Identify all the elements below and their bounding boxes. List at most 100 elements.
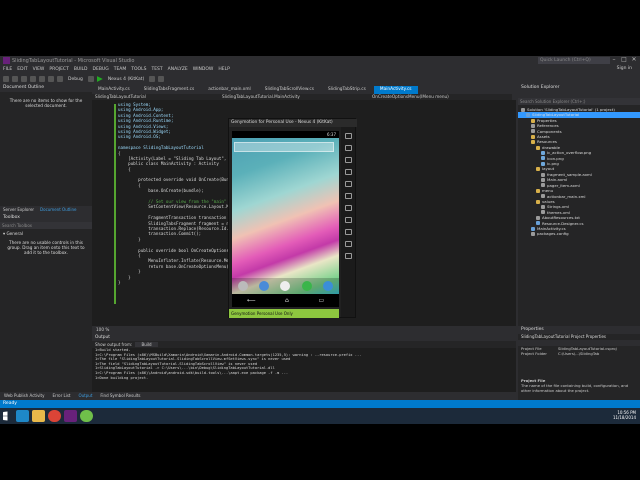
solution-tree-item[interactable]: packages.config — [518, 231, 640, 236]
minimize-icon[interactable]: – — [610, 56, 618, 64]
forward-icon[interactable] — [12, 76, 18, 82]
tab-slidingtabstrip[interactable]: SlidingTabStrip.cs — [322, 86, 372, 94]
tab-mainactivity-active[interactable]: MainActivity.cs — [373, 86, 418, 94]
android-clock: 6:37 — [327, 132, 336, 137]
apps-drawer-icon[interactable] — [280, 281, 291, 291]
tab-find-symbol-results[interactable]: Find Symbol Results — [96, 392, 144, 400]
property-value[interactable]: C:\Users\...\SlidingTab — [558, 351, 599, 356]
toolbox-group-general[interactable]: ▾ General — [3, 231, 89, 237]
property-name: Project Folder — [521, 351, 547, 356]
home-nav-icon[interactable]: ⌂ — [285, 297, 289, 304]
browser-app-icon[interactable] — [323, 281, 334, 291]
tree-item-icon — [526, 113, 530, 118]
property-description: The name of the file containing build, c… — [521, 383, 629, 393]
recents-nav-icon[interactable]: ▭ — [318, 297, 324, 304]
menu-team[interactable]: TEAM — [114, 67, 127, 72]
tree-item-icon — [531, 118, 535, 123]
tab-error-list[interactable]: Error List — [48, 392, 74, 400]
code-line: MenuInflater.Inflate(Resource.Men — [118, 258, 232, 264]
volume-down-icon[interactable] — [344, 169, 352, 175]
search-icon[interactable] — [344, 253, 352, 259]
back-nav-icon[interactable]: ⟵ — [247, 297, 256, 304]
tree-item-icon — [531, 140, 535, 145]
toolbox-search-input[interactable]: Search Toolbox — [0, 222, 92, 229]
save-icon[interactable] — [39, 76, 45, 82]
back-button-icon[interactable] — [344, 205, 352, 211]
home-button-icon[interactable] — [344, 229, 352, 235]
settings-app-icon[interactable] — [237, 281, 248, 291]
menu-button-icon[interactable] — [344, 217, 352, 223]
toolbar-icon[interactable] — [158, 76, 165, 82]
device-dropdown[interactable]: Nexus 4 (KitKat) — [106, 77, 147, 82]
file-explorer-icon[interactable] — [32, 410, 45, 422]
google-search-bar[interactable] — [234, 142, 334, 152]
tab-server-explorer[interactable]: Server Explorer — [0, 206, 37, 214]
new-project-icon[interactable] — [21, 76, 27, 82]
menu-help[interactable]: HELP — [218, 67, 229, 72]
output-title: Output — [92, 334, 516, 341]
platform-icon[interactable] — [87, 76, 94, 82]
code-line: FragmentTransaction transaction = — [118, 215, 232, 221]
back-icon[interactable] — [3, 76, 9, 82]
menu-debug[interactable]: DEBUG — [93, 67, 109, 72]
maximize-icon[interactable]: □ — [620, 56, 628, 64]
phone-display[interactable]: 6:37 ⟵ ⌂ ▭ — [232, 131, 339, 307]
configuration-dropdown[interactable]: Debug — [66, 77, 85, 82]
change-indicator-bar — [114, 104, 116, 304]
menu-analyze[interactable]: ANALYZE — [168, 67, 188, 72]
tab-web-publish-activity[interactable]: Web Publish Activity — [0, 392, 48, 400]
home-app-icon[interactable] — [259, 281, 270, 291]
visual-studio-taskbar-icon[interactable] — [64, 410, 77, 422]
zoom-level[interactable]: 100 % — [92, 326, 516, 333]
tree-item-icon — [541, 194, 545, 199]
menu-window[interactable]: WINDOW — [193, 67, 214, 72]
output-source-dropdown[interactable]: Build — [135, 342, 158, 347]
output-text[interactable]: 1>Build started. 1>C:\Program Files (x86)… — [92, 348, 516, 380]
solution-explorer-title: Solution Explorer — [518, 84, 640, 92]
code-text[interactable]: using System; using Android.App; using And… — [118, 102, 234, 285]
menu-test[interactable]: TEST — [151, 67, 162, 72]
output-line: 1>Done building project. — [95, 375, 149, 380]
internet-explorer-icon[interactable] — [16, 410, 29, 422]
tab-document-outline[interactable]: Document Outline — [37, 206, 79, 214]
output-source: Show output from: Build — [92, 341, 516, 348]
android-home-screen[interactable] — [232, 138, 339, 294]
genymotion-icon[interactable] — [80, 410, 93, 422]
undo-icon[interactable] — [48, 76, 54, 82]
tab-slidingtabsfragment[interactable]: SlidingTabsFragment.cs — [138, 86, 201, 94]
start-debugging-icon[interactable] — [96, 76, 103, 82]
camera-icon[interactable] — [344, 181, 352, 187]
messaging-app-icon[interactable] — [301, 281, 312, 291]
tree-item-icon — [531, 134, 535, 139]
quick-launch-input[interactable]: Quick Launch (Ctrl+Q) — [538, 57, 610, 64]
tree-item-icon — [536, 221, 540, 226]
battery-icon[interactable] — [344, 133, 352, 139]
solution-search-input[interactable]: Search Solution Explorer (Ctrl+;) — [518, 98, 640, 105]
sign-in-link[interactable]: Sign in — [617, 66, 632, 71]
menu-build[interactable]: BUILD — [74, 67, 88, 72]
solution-explorer-panel: Solution Explorer Search Solution Explor… — [518, 84, 640, 356]
menu-project[interactable]: PROJECT — [49, 67, 68, 72]
close-icon[interactable]: ✕ — [630, 56, 638, 64]
windows-start-icon[interactable] — [3, 411, 8, 421]
tab-actionbar-main[interactable]: actionbar_main.xml — [202, 86, 257, 94]
open-icon[interactable] — [30, 76, 36, 82]
redo-icon[interactable] — [57, 76, 63, 82]
power-icon[interactable] — [344, 241, 352, 247]
tree-item-icon — [536, 215, 540, 220]
chrome-icon[interactable] — [48, 410, 61, 422]
tab-slidingtabscrollview[interactable]: SlidingTabScrollView.cs — [259, 86, 320, 94]
toolbar-icon[interactable] — [149, 76, 156, 82]
tab-output[interactable]: Output — [75, 392, 97, 400]
tree-item-icon — [536, 145, 540, 150]
menu-file[interactable]: FILE — [3, 67, 12, 72]
gps-icon[interactable] — [344, 145, 352, 151]
tree-item-icon — [531, 129, 535, 134]
tab-mainactivity[interactable]: MainActivity.cs — [92, 86, 136, 94]
rotate-icon[interactable] — [344, 193, 352, 199]
menu-view[interactable]: VIEW — [33, 67, 45, 72]
menu-tools[interactable]: TOOLS — [131, 67, 146, 72]
menu-edit[interactable]: EDIT — [17, 67, 27, 72]
volume-up-icon[interactable] — [344, 157, 352, 163]
system-tray-clock[interactable]: 10:56 PM 11/18/2014 — [613, 410, 636, 420]
